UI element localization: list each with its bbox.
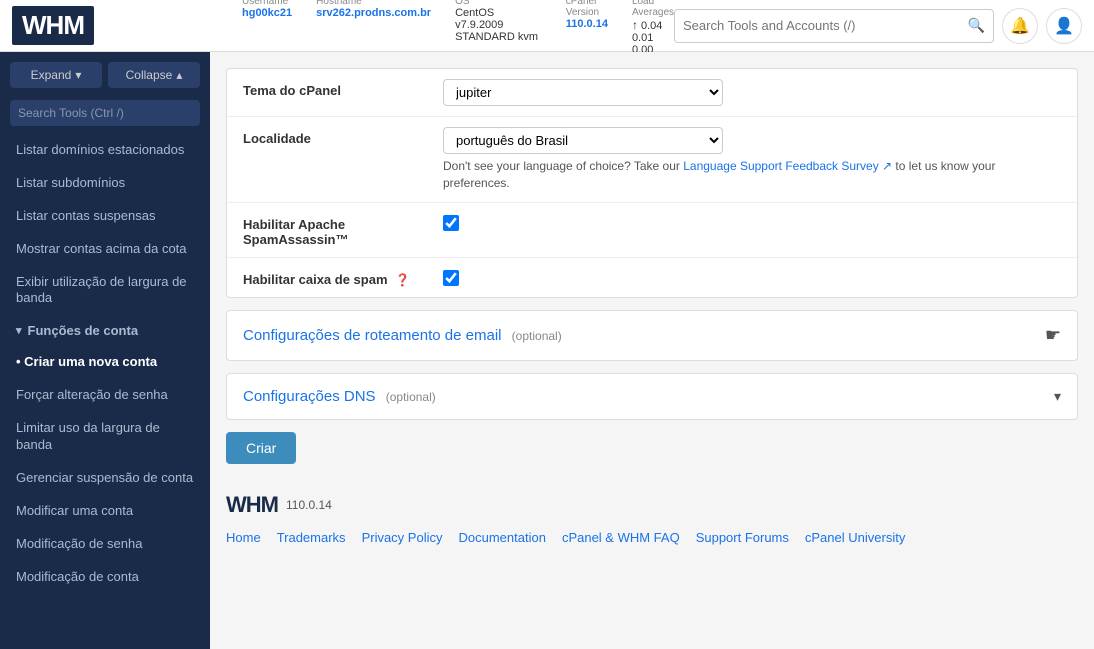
footer-link-faq[interactable]: cPanel & WHM FAQ: [562, 530, 680, 545]
spamassassin-checkbox[interactable]: [443, 215, 459, 231]
sidebar-nav: Listar domínios estacionados Listar subd…: [0, 134, 210, 649]
load-meta: Load Averages ↑ 0.04 0.01 0.00: [632, 0, 674, 56]
dns-chevron-down-icon[interactable]: ▾: [1054, 388, 1061, 405]
sidebar-section-label: Funções de conta: [28, 323, 139, 338]
expand-label: Expand: [31, 68, 72, 82]
footer-link-forums[interactable]: Support Forums: [696, 530, 789, 545]
sidebar-item-exibir-utilizacao[interactable]: Exibir utilização de largura de banda: [0, 266, 210, 316]
localidade-row: Localidade português do Brasil Don't see…: [227, 117, 1077, 203]
roteamento-email-header[interactable]: Configurações de roteamento de email (op…: [227, 311, 1077, 360]
sidebar-search-input[interactable]: [10, 100, 200, 126]
search-button[interactable]: 🔍: [968, 17, 985, 34]
caixa-spam-label: Habilitar caixa de spam ❓: [243, 268, 443, 287]
footer-logo-area: WHM 110.0.14: [226, 492, 1078, 518]
sidebar-item-limitar-uso[interactable]: Limitar uso da largura de banda: [0, 412, 210, 462]
whm-logo: WHM: [12, 6, 94, 45]
tema-cpanel-control: jupiter: [443, 79, 1061, 106]
cpanel-label: cPanel Version: [566, 0, 608, 18]
caixa-spam-row: Habilitar caixa de spam ❓: [227, 258, 1077, 297]
sidebar-search-area[interactable]: [0, 94, 210, 134]
sidebar-buttons: Expand ▾ Collapse ▴: [0, 52, 210, 94]
username-meta: Username hg00kc21: [242, 0, 292, 56]
meta-info: Username hg00kc21 Hostname srv262.prodns…: [222, 0, 674, 56]
os-value: CentOS v7.9.2009 STANDARD kvm: [455, 7, 538, 43]
sidebar-item-listar-subdominios[interactable]: Listar subdomínios: [0, 167, 210, 200]
search-box[interactable]: 🔍: [674, 9, 994, 43]
caixa-spam-checkbox[interactable]: [443, 270, 459, 286]
load-value: ↑ 0.04 0.01 0.00: [632, 20, 662, 56]
top-bar-search-area: 🔍 🔔 👤: [674, 8, 1082, 44]
footer-whm-logo: WHM: [226, 492, 278, 518]
localidade-help-text: Don't see your language of choice? Take …: [443, 158, 1061, 192]
footer-version: 110.0.14: [286, 498, 332, 512]
dns-settings-title: Configurações DNS (optional): [243, 388, 436, 405]
dns-settings-section: Configurações DNS (optional) ▾: [226, 373, 1078, 420]
dns-optional-label: (optional): [386, 390, 436, 404]
spamassassin-row: Habilitar Apache SpamAssassin™: [227, 203, 1077, 258]
roteamento-email-title: Configurações de roteamento de email (op…: [243, 327, 562, 344]
main-form-panel: Tema do cPanel jupiter Localidade portug…: [226, 68, 1078, 298]
collapse-button[interactable]: Collapse ▴: [108, 62, 200, 88]
tema-cpanel-row: Tema do cPanel jupiter: [227, 69, 1077, 117]
sidebar-item-listar-dominios[interactable]: Listar domínios estacionados: [0, 134, 210, 167]
sidebar-section-funcoes[interactable]: ▾ Funções de conta: [0, 315, 210, 346]
content-area: Tema do cPanel jupiter Localidade portug…: [210, 52, 1094, 649]
sidebar-item-forcar-alteracao[interactable]: Forçar alteração de senha: [0, 379, 210, 412]
caixa-spam-help-icon: ❓: [395, 273, 410, 287]
localidade-select[interactable]: português do Brasil: [443, 127, 723, 154]
footer-link-university[interactable]: cPanel University: [805, 530, 905, 545]
feedback-link[interactable]: Language Support Feedback Survey ↗: [683, 159, 892, 173]
footer-link-documentation[interactable]: Documentation: [458, 530, 545, 545]
spamassassin-control: [443, 213, 1061, 231]
footer-link-trademarks[interactable]: Trademarks: [277, 530, 346, 545]
section-arrow-icon: ▾: [16, 324, 22, 337]
os-meta: OS CentOS v7.9.2009 STANDARD kvm: [455, 0, 542, 56]
sidebar-item-gerenciar-suspensao[interactable]: Gerenciar suspensão de conta: [0, 462, 210, 495]
cpanel-meta: cPanel Version 110.0.14: [566, 0, 608, 56]
tema-cpanel-label: Tema do cPanel: [243, 79, 443, 98]
dns-settings-header[interactable]: Configurações DNS (optional) ▾: [227, 374, 1077, 419]
search-input[interactable]: [683, 18, 968, 33]
sidebar-item-criar-nova-conta[interactable]: Criar uma nova conta: [0, 346, 210, 379]
username-value: hg00kc21: [242, 7, 292, 19]
load-label: Load Averages: [632, 0, 674, 18]
criar-button[interactable]: Criar: [226, 432, 296, 464]
localidade-label: Localidade: [243, 127, 443, 146]
hostname-meta: Hostname srv262.prodns.com.br: [316, 0, 431, 56]
cpanel-value: 110.0.14: [566, 18, 608, 30]
footer-link-privacy[interactable]: Privacy Policy: [362, 530, 443, 545]
sidebar: Expand ▾ Collapse ▴ Listar domínios esta…: [0, 52, 210, 649]
sidebar-item-modificacao-senha[interactable]: Modificação de senha: [0, 528, 210, 561]
sidebar-item-modificar-conta[interactable]: Modificar uma conta: [0, 495, 210, 528]
roteamento-optional-label: (optional): [512, 329, 562, 343]
localidade-control: português do Brasil Don't see your langu…: [443, 127, 1061, 192]
collapse-label: Collapse: [126, 68, 173, 82]
spamassassin-label: Habilitar Apache SpamAssassin™: [243, 213, 443, 247]
roteamento-cursor-icon[interactable]: ☛: [1045, 325, 1061, 346]
main-layout: Expand ▾ Collapse ▴ Listar domínios esta…: [0, 52, 1094, 649]
user-menu-button[interactable]: 👤: [1046, 8, 1082, 44]
panel-body: Tema do cPanel jupiter Localidade portug…: [227, 69, 1077, 297]
hostname-value: srv262.prodns.com.br: [316, 7, 431, 19]
footer-link-home[interactable]: Home: [226, 530, 261, 545]
notifications-button[interactable]: 🔔: [1002, 8, 1038, 44]
sidebar-item-listar-contas-suspensas[interactable]: Listar contas suspensas: [0, 200, 210, 233]
caixa-spam-control: [443, 268, 1061, 286]
footer-links: Home Trademarks Privacy Policy Documenta…: [226, 530, 1078, 545]
sidebar-item-modificacao2[interactable]: Modificação de conta: [0, 561, 210, 594]
sidebar-item-mostrar-contas[interactable]: Mostrar contas acima da cota: [0, 233, 210, 266]
roteamento-email-section: Configurações de roteamento de email (op…: [226, 310, 1078, 361]
expand-button[interactable]: Expand ▾: [10, 62, 102, 88]
logo-area: WHM: [12, 6, 222, 45]
tema-cpanel-select[interactable]: jupiter: [443, 79, 723, 106]
top-bar: WHM Username hg00kc21 Hostname srv262.pr…: [0, 0, 1094, 52]
